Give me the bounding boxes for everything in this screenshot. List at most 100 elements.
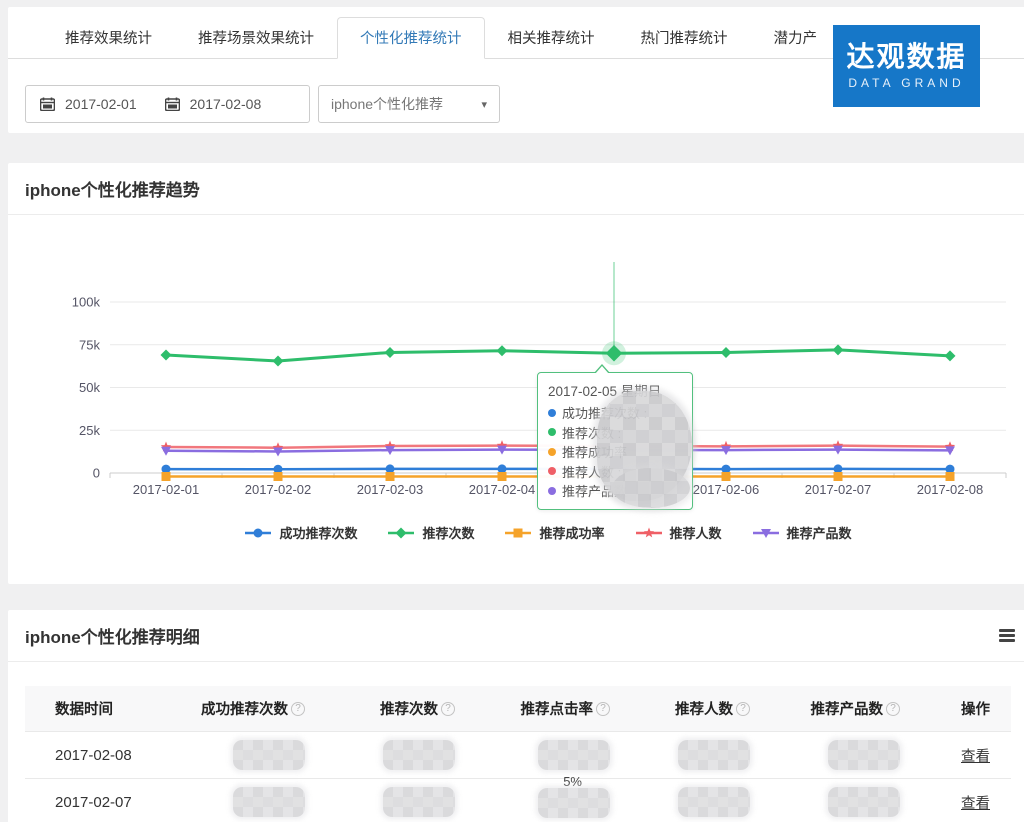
svg-text:100k: 100k: [72, 295, 101, 310]
chart-legend: 成功推荐次数 推荐次数 推荐成功率 推荐人数 推荐产品数: [98, 523, 998, 542]
help-icon[interactable]: ?: [596, 702, 610, 716]
svg-text:50k: 50k: [79, 380, 100, 395]
redacted-value-blur: [233, 740, 305, 770]
scene-select-value: iphone个性化推荐: [331, 94, 443, 114]
date-end-value[interactable]: 2017-02-08: [190, 96, 262, 112]
redacted-value-blur: [538, 740, 610, 770]
menu-icon[interactable]: [999, 629, 1015, 643]
circle-marker-icon: [244, 526, 272, 540]
svg-text:2017-02-08: 2017-02-08: [917, 482, 984, 497]
cell-value-redacted: [755, 787, 905, 817]
column-header-2: 推荐次数?: [310, 698, 460, 719]
tab-4[interactable]: 热门推荐统计: [618, 17, 751, 59]
svg-text:25k: 25k: [79, 423, 100, 438]
star-marker-icon: [635, 526, 663, 540]
help-icon[interactable]: ?: [291, 702, 305, 716]
datagrand-logo: 达观数据 DATA GRAND: [833, 25, 980, 107]
cell-value-redacted: [755, 740, 905, 770]
detail-panel: iphone个性化推荐明细 数据时间成功推荐次数?推荐次数?推荐点击率?推荐人数…: [8, 610, 1024, 822]
svg-text:2017-02-02: 2017-02-02: [245, 482, 312, 497]
trend-panel: iphone个性化推荐趋势 025k50k75k100k2017-02-0120…: [8, 163, 1024, 584]
svg-text:2017-02-06: 2017-02-06: [693, 482, 760, 497]
series-1: [161, 344, 956, 366]
view-link[interactable]: 查看: [961, 745, 990, 766]
help-icon[interactable]: ?: [886, 702, 900, 716]
help-icon[interactable]: ?: [736, 702, 750, 716]
triangle-down-marker-icon: [752, 526, 780, 540]
column-header-4: 推荐人数?: [615, 698, 755, 719]
trend-chart[interactable]: 0 25k 50k 75k 100k 2017-02-01 2017-02-02 2017-0…: [8, 163, 1024, 584]
table-header-row: 数据时间成功推荐次数?推荐次数?推荐点击率?推荐人数?推荐产品数?操作: [25, 686, 1011, 731]
tab-2[interactable]: 个性化推荐统计: [337, 17, 485, 59]
cell-value-redacted: [155, 787, 310, 817]
legend-label: 推荐次数: [422, 523, 474, 542]
tab-5[interactable]: 潜力产: [751, 17, 841, 59]
chevron-down-icon: ▾: [481, 98, 487, 111]
svg-text:2017-02-04: 2017-02-04: [469, 482, 536, 497]
legend-item-0[interactable]: 成功推荐次数: [244, 523, 357, 542]
logo-en-text: DATA GRAND: [848, 76, 964, 90]
scene-select[interactable]: iphone个性化推荐 ▾: [318, 85, 500, 123]
series-dot-icon: [548, 448, 556, 456]
svg-text:0: 0: [93, 466, 100, 481]
redacted-values-blur: [612, 468, 690, 508]
redacted-value-blur: [828, 787, 900, 817]
redacted-value-blur: [383, 787, 455, 817]
help-icon[interactable]: ?: [441, 702, 455, 716]
date-range-picker[interactable]: 2017-02-01 2017-02-08: [25, 85, 310, 123]
cell-value-redacted: [310, 787, 460, 817]
calendar-icon: [165, 97, 180, 111]
column-header-6: 操作: [905, 698, 1005, 719]
legend-label: 成功推荐次数: [279, 523, 357, 542]
legend-item-2[interactable]: 推荐成功率: [504, 523, 604, 542]
diamond-marker-icon: [387, 526, 415, 540]
legend-label: 推荐人数: [670, 523, 722, 542]
cell-value-redacted: [155, 740, 310, 770]
column-header-5: 推荐产品数?: [755, 698, 905, 719]
svg-text:75k: 75k: [79, 337, 100, 352]
svg-text:2017-02-03: 2017-02-03: [357, 482, 424, 497]
svg-text:2017-02-07: 2017-02-07: [805, 482, 872, 497]
detail-table: 数据时间成功推荐次数?推荐次数?推荐点击率?推荐人数?推荐产品数?操作2017-…: [25, 686, 1011, 822]
series-dot-icon: [548, 428, 556, 436]
table-row-1: 2017-02-07 5% 查看: [25, 778, 1011, 822]
series-dot-icon: [548, 409, 556, 417]
cell-value-redacted: [615, 740, 755, 770]
view-link[interactable]: 查看: [961, 792, 990, 813]
cell-value-redacted: [310, 740, 460, 770]
detail-panel-title: iphone个性化推荐明细: [25, 623, 200, 648]
tooltip-arrow-icon: [594, 364, 610, 373]
date-start-value[interactable]: 2017-02-01: [65, 96, 137, 112]
redacted-value-blur: [678, 787, 750, 817]
cell-value-redacted: [615, 787, 755, 817]
detail-panel-header: iphone个性化推荐明细: [8, 610, 1024, 662]
table-row-0: 2017-02-08 查看: [25, 731, 1011, 778]
cell-value-redacted: 5%: [460, 786, 615, 818]
calendar-icon: [40, 97, 55, 111]
cell-value-redacted: [460, 740, 615, 770]
cell-date: 2017-02-07: [25, 794, 155, 811]
cell-date: 2017-02-08: [25, 747, 155, 764]
partially-visible-value: 5%: [563, 774, 582, 789]
redacted-value-blur: [383, 740, 455, 770]
column-header-0: 数据时间: [25, 698, 155, 719]
column-header-3: 推荐点击率?: [460, 698, 615, 719]
square-marker-icon: [504, 526, 532, 540]
column-header-1: 成功推荐次数?: [155, 698, 310, 719]
legend-item-1[interactable]: 推荐次数: [387, 523, 474, 542]
redacted-value-blur: [828, 740, 900, 770]
dashboard-screen: 推荐效果统计推荐场景效果统计个性化推荐统计相关推荐统计热门推荐统计潜力产 201…: [0, 0, 1024, 822]
legend-item-4[interactable]: 推荐产品数: [752, 523, 852, 542]
legend-label: 推荐产品数: [787, 523, 852, 542]
svg-text:2017-02-01: 2017-02-01: [133, 482, 200, 497]
redacted-value-blur: [678, 740, 750, 770]
tab-3[interactable]: 相关推荐统计: [485, 17, 618, 59]
legend-item-3[interactable]: 推荐人数: [635, 523, 722, 542]
tab-1[interactable]: 推荐场景效果统计: [175, 17, 337, 59]
redacted-value-blur: [233, 787, 305, 817]
tab-0[interactable]: 推荐效果统计: [42, 17, 175, 59]
series-dot-icon: [548, 467, 556, 475]
redacted-value-blur: [538, 788, 610, 818]
logo-cn-text: 达观数据: [846, 42, 966, 73]
series-dot-icon: [548, 487, 556, 495]
